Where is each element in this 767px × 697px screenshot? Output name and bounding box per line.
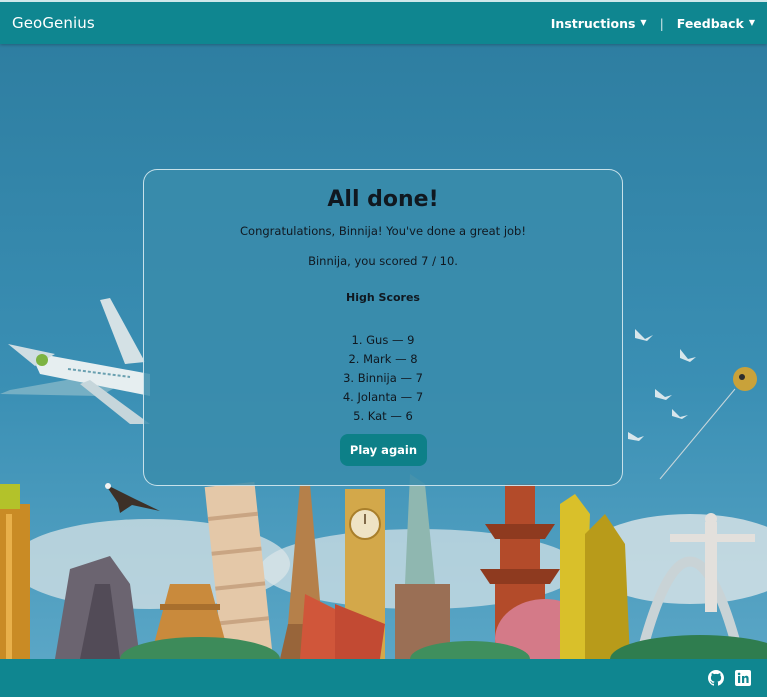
chevron-down-icon: ▼ [748, 18, 755, 27]
chevron-down-icon: ▼ [640, 18, 647, 27]
footer [0, 659, 767, 697]
instructions-dropdown[interactable]: Instructions ▼ [551, 16, 647, 31]
linkedin-icon[interactable] [735, 670, 751, 686]
congrats-message: Congratulations, Binnija! You've done a … [240, 224, 526, 238]
high-score-item: 2. Mark — 8 [348, 352, 418, 366]
high-score-item: 3. Binnija — 7 [343, 371, 423, 385]
github-icon[interactable] [708, 670, 724, 686]
score-text: Binnija, you scored 7 / 10. [308, 254, 458, 268]
modal-title: All done! [327, 187, 439, 212]
high-scores-title: High Scores [346, 291, 420, 304]
brand-logo[interactable]: GeoGenius [12, 14, 95, 32]
feedback-dropdown[interactable]: Feedback ▼ [677, 16, 755, 31]
play-again-button[interactable]: Play again [340, 434, 427, 466]
instructions-label: Instructions [550, 15, 636, 31]
high-score-item: 5. Kat — 6 [353, 409, 413, 423]
nav-menu: Instructions ▼ | Feedback ▼ [551, 16, 755, 31]
results-modal: All done! Congratulations, Binnija! You'… [143, 169, 623, 486]
nav-separator: | [659, 15, 664, 31]
high-score-item: 4. Jolanta — 7 [342, 390, 424, 404]
high-score-item: 1. Gus — 9 [351, 333, 415, 347]
high-scores-list: 1. Gus — 9 2. Mark — 8 3. Binnija — 7 4.… [144, 331, 622, 426]
feedback-label: Feedback [676, 15, 744, 31]
top-navbar: GeoGenius Instructions ▼ | Feedback ▼ [0, 0, 767, 44]
